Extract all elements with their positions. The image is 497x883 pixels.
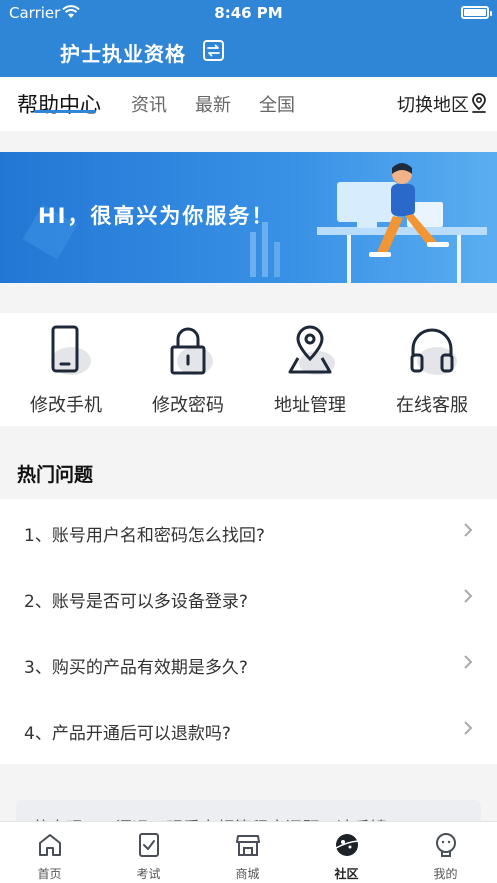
list-item[interactable]: 4、产品开通后可以退款吗? [0,697,497,763]
question-text: 1、账号用户名和密码怎么找回? [24,526,265,546]
nav-community-label: 社区 [334,867,359,881]
store-icon [236,835,260,856]
planet-icon [335,834,359,856]
tab-nationwide[interactable]: 全国 [259,91,295,117]
list-item[interactable]: 2、账号是否可以多设备登录? [0,565,497,631]
change-password-label: 修改密码 [152,395,224,416]
tab-help-center[interactable]: 帮助中心 [17,89,101,119]
nav-mine[interactable]: 我的 [396,822,495,883]
nav-community[interactable]: 社区 [297,822,396,883]
nav-mall-label: 商城 [235,867,260,881]
chevron-right-icon [464,655,473,669]
category-tabs: 帮助中心 资讯 最新 全国 切换地区 [0,77,497,131]
hot-questions-header: 热门问题 [0,440,497,499]
lock-icon [170,327,213,375]
question-text: 3、购买的产品有效期是多久? [24,658,248,678]
active-tab-indicator [34,110,96,113]
online-service-label: 在线客服 [396,395,468,416]
nav-home[interactable]: 首页 [0,822,99,883]
banner-greeting: HI，很高兴为你服务！ [38,204,275,228]
question-text: 2、账号是否可以多设备登录? [24,592,248,612]
list-item[interactable]: 3、购买的产品有效期是多久? [0,631,497,697]
bottom-nav: 首页 考试 商城 社区 我的 [0,821,497,883]
address-management-label: 地址管理 [274,395,346,416]
nav-mine-label: 我的 [433,867,458,881]
customer-service-illustration [317,163,487,283]
nav-exam[interactable]: 考试 [99,822,198,883]
phone-icon [51,325,91,375]
address-management-button[interactable]: 地址管理 [248,313,372,426]
page-title: 护士执业资格 [60,42,186,66]
list-item[interactable]: 1、账号用户名和密码怎么找回? [0,499,497,565]
chevron-right-icon [464,523,473,537]
chevron-right-icon [464,589,473,603]
change-phone-label: 修改手机 [30,395,102,416]
question-text: 4、产品开通后可以退款吗? [24,724,231,744]
quick-actions: 修改手机 修改密码 地址管理 在线客服 [0,313,497,426]
clock: 8:46 PM [214,4,283,22]
switch-exam-icon[interactable] [203,40,224,61]
tab-news[interactable]: 资讯 [131,91,167,117]
status-bar: Carrier 8:46 PM [0,0,497,26]
nav-mall[interactable]: 商城 [198,822,297,883]
location-icon [288,325,335,375]
change-password-button[interactable]: 修改密码 [126,313,250,426]
hot-questions-list: 1、账号用户名和密码怎么找回? 2、账号是否可以多设备登录? 3、购买的产品有效… [0,499,497,764]
section-title: 热门问题 [17,464,94,486]
switch-region-button[interactable]: 切换地区 [397,91,469,117]
nav-home-label: 首页 [37,867,62,881]
top-header: Carrier 8:46 PM 护士执业资格 [0,0,497,77]
location-pin-icon[interactable] [471,93,487,113]
promo-banner[interactable]: HI，很高兴为你服务！ [0,152,497,283]
tab-latest[interactable]: 最新 [195,91,231,117]
nav-exam-label: 考试 [136,867,161,881]
exam-icon [139,833,159,857]
chevron-right-icon [464,721,473,735]
banner-section: HI，很高兴为你服务！ [0,131,497,312]
battery-icon [461,6,492,19]
home-icon [39,834,61,856]
change-phone-button[interactable]: 修改手机 [4,313,128,426]
profile-icon [436,833,456,857]
online-service-button[interactable]: 在线客服 [370,313,494,426]
headset-icon [410,328,457,375]
